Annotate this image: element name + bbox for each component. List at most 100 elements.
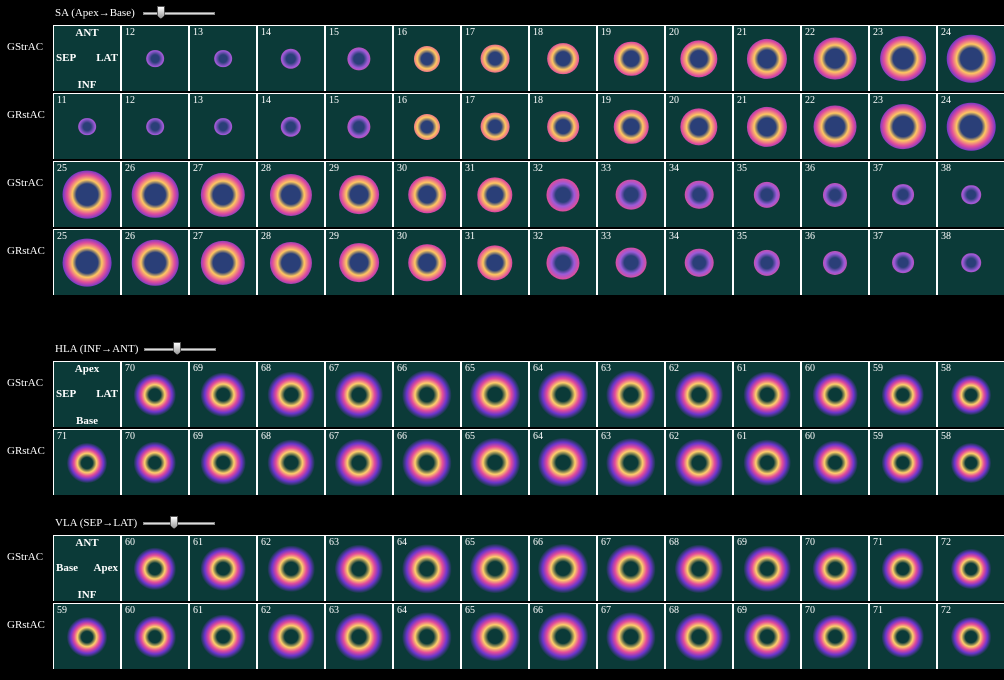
slice-cell[interactable]: 17 — [462, 94, 528, 159]
slice-cell[interactable]: 26 — [122, 230, 188, 295]
slice-cell[interactable]: 30 — [394, 230, 460, 295]
slice-cell[interactable]: 37 — [870, 162, 936, 227]
slice-cell[interactable]: 33 — [598, 230, 664, 295]
slice-cell[interactable]: 65 — [462, 604, 528, 669]
slice-cell[interactable]: 69 — [190, 362, 256, 427]
slice-cell[interactable]: 31 — [462, 230, 528, 295]
slice-cell[interactable]: 23 — [870, 26, 936, 91]
slice-cell[interactable]: 15 — [326, 26, 392, 91]
slice-cell[interactable]: 18 — [530, 94, 596, 159]
slice-cell[interactable]: 19 — [598, 94, 664, 159]
slice-cell[interactable]: 20 — [666, 26, 732, 91]
sa-slider-thumb[interactable] — [156, 6, 165, 19]
slice-cell[interactable]: 23 — [870, 94, 936, 159]
slice-cell[interactable]: 60 — [122, 536, 188, 601]
slice-cell[interactable]: 68 — [258, 430, 324, 495]
slice-cell[interactable]: 13 — [190, 26, 256, 91]
slice-cell[interactable]: 67 — [326, 362, 392, 427]
slice-cell[interactable]: 62 — [258, 536, 324, 601]
slice-cell[interactable]: 32 — [530, 230, 596, 295]
slice-cell[interactable]: 14 — [258, 26, 324, 91]
slice-cell[interactable]: 28 — [258, 230, 324, 295]
slice-cell[interactable]: 38 — [938, 230, 1004, 295]
slice-cell[interactable]: 16 — [394, 26, 460, 91]
hla-slider-thumb[interactable] — [173, 342, 182, 355]
slice-cell[interactable]: 27 — [190, 162, 256, 227]
slice-cell[interactable]: 72 — [938, 604, 1004, 669]
slice-cell[interactable]: 63 — [598, 430, 664, 495]
slice-cell[interactable]: 67 — [598, 604, 664, 669]
slice-cell[interactable]: 22 — [802, 26, 868, 91]
slice-cell[interactable]: 67 — [326, 430, 392, 495]
slice-cell[interactable]: 34 — [666, 162, 732, 227]
slice-cell[interactable]: 14 — [258, 94, 324, 159]
slice-cell[interactable]: 28 — [258, 162, 324, 227]
slice-cell[interactable]: 19 — [598, 26, 664, 91]
hla-slice-slider[interactable] — [144, 342, 217, 355]
slice-cell[interactable]: 58 — [938, 362, 1004, 427]
slice-cell[interactable]: 32 — [530, 162, 596, 227]
slice-cell[interactable]: 64 — [394, 604, 460, 669]
slice-cell[interactable]: 60 — [122, 604, 188, 669]
slice-cell[interactable]: 64 — [530, 362, 596, 427]
slice-cell[interactable]: 59 — [54, 604, 120, 669]
slice-cell[interactable]: 68 — [666, 604, 732, 669]
slice-cell[interactable]: 29 — [326, 162, 392, 227]
slice-cell[interactable]: 70 — [802, 604, 868, 669]
slice-cell[interactable]: 70 — [122, 362, 188, 427]
slice-cell[interactable]: 33 — [598, 162, 664, 227]
slice-cell[interactable]: 64 — [394, 536, 460, 601]
slice-cell[interactable]: 62 — [258, 604, 324, 669]
slice-cell[interactable]: 21 — [734, 94, 800, 159]
slice-cell[interactable]: 25 — [54, 162, 120, 227]
slice-cell[interactable]: 12 — [122, 94, 188, 159]
slice-cell[interactable]: 58 — [938, 430, 1004, 495]
slice-cell[interactable]: 68 — [666, 536, 732, 601]
slice-cell[interactable]: 62 — [666, 362, 732, 427]
slice-cell[interactable]: 66 — [530, 536, 596, 601]
slice-cell[interactable]: 61 — [190, 604, 256, 669]
slice-cell[interactable]: 63 — [326, 536, 392, 601]
slice-cell[interactable]: 64 — [530, 430, 596, 495]
slice-cell[interactable]: 69 — [190, 430, 256, 495]
slice-cell[interactable]: 36 — [802, 162, 868, 227]
slice-cell[interactable]: 66 — [530, 604, 596, 669]
slice-cell[interactable]: 37 — [870, 230, 936, 295]
slice-cell[interactable]: 16 — [394, 94, 460, 159]
slice-cell[interactable]: 71 — [54, 430, 120, 495]
slice-cell[interactable]: 66 — [394, 430, 460, 495]
slice-cell[interactable]: 20 — [666, 94, 732, 159]
slice-cell[interactable]: 70 — [122, 430, 188, 495]
slice-cell[interactable]: 63 — [598, 362, 664, 427]
slice-cell[interactable]: 24 — [938, 94, 1004, 159]
slice-cell[interactable]: 65 — [462, 536, 528, 601]
slice-cell[interactable]: 72 — [938, 536, 1004, 601]
slice-cell[interactable]: 21 — [734, 26, 800, 91]
vla-slice-slider[interactable] — [143, 516, 216, 529]
slice-cell[interactable]: 61 — [734, 430, 800, 495]
slice-cell[interactable]: 17 — [462, 26, 528, 91]
slice-cell[interactable]: 71 — [870, 604, 936, 669]
slice-cell[interactable]: 35 — [734, 162, 800, 227]
slice-cell[interactable]: 67 — [598, 536, 664, 601]
slice-cell[interactable]: 59 — [870, 430, 936, 495]
slice-cell[interactable]: 66 — [394, 362, 460, 427]
slice-cell[interactable]: 68 — [258, 362, 324, 427]
slice-cell[interactable]: 71 — [870, 536, 936, 601]
slice-cell[interactable]: 15 — [326, 94, 392, 159]
slice-cell[interactable]: 59 — [870, 362, 936, 427]
slice-cell[interactable]: 65 — [462, 430, 528, 495]
slice-cell[interactable]: 27 — [190, 230, 256, 295]
slice-cell[interactable]: 26 — [122, 162, 188, 227]
slice-cell[interactable]: 24 — [938, 26, 1004, 91]
slice-cell[interactable]: 13 — [190, 94, 256, 159]
slice-cell[interactable]: 69 — [734, 604, 800, 669]
sa-slice-slider[interactable] — [142, 6, 215, 19]
slice-cell[interactable]: 11 — [54, 94, 120, 159]
slice-cell[interactable]: 31 — [462, 162, 528, 227]
slice-cell[interactable]: 60 — [802, 362, 868, 427]
vla-slider-thumb[interactable] — [170, 516, 179, 529]
slice-cell[interactable]: 70 — [802, 536, 868, 601]
slice-cell[interactable]: 63 — [326, 604, 392, 669]
slice-cell[interactable]: 69 — [734, 536, 800, 601]
